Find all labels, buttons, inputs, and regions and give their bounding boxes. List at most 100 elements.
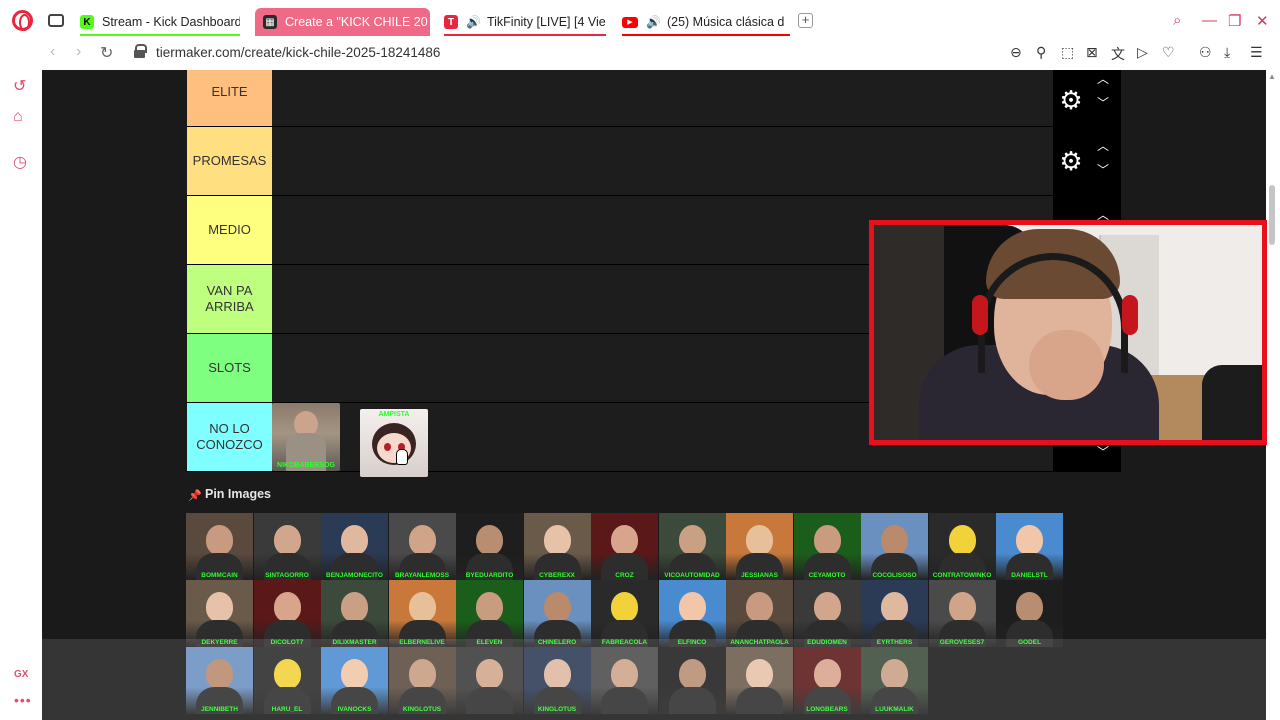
tier-label[interactable]: MEDIO <box>187 196 272 264</box>
tier-item-image[interactable]: NIKOBABERSOG <box>272 403 340 471</box>
tier-label[interactable]: VAN PA ARRIBA <box>187 265 272 333</box>
face-shape <box>476 525 503 555</box>
pool-image[interactable]: CROZ <box>591 513 658 580</box>
pushpin-icon: 📌 <box>188 490 202 502</box>
translate-icon[interactable]: 文 <box>1111 44 1125 64</box>
reload-icon[interactable]: ↻ <box>100 43 113 63</box>
pool-image[interactable]: ANANCHATPAOLA <box>726 580 793 647</box>
opera-logo-icon[interactable] <box>12 10 33 31</box>
pool-image[interactable]: DICOLOT7 <box>253 580 321 647</box>
pool-image[interactable]: GEROVESES7 <box>928 580 996 647</box>
pool-caption: EDUDIOMEN <box>807 639 847 646</box>
pool-image[interactable]: CYBEREXX <box>523 513 591 580</box>
pool-image[interactable]: VICOAUTOMIDAD <box>658 513 726 580</box>
tab-kick-dashboard[interactable]: K Stream - Kick Dashboard <box>80 8 240 36</box>
pool-image[interactable]: COCOLISOSO <box>861 513 928 580</box>
tier-drop-zone[interactable] <box>272 127 1053 195</box>
pool-image[interactable] <box>658 647 726 714</box>
pool-image[interactable]: CHINELERO <box>523 580 591 647</box>
zoom-out-icon[interactable]: ⊖ <box>1010 44 1022 61</box>
pool-image[interactable]: HARU_EL <box>253 647 321 714</box>
tiermaker-icon: ▦ <box>263 15 277 29</box>
scroll-up-icon[interactable]: ▲ <box>1268 72 1276 81</box>
pool-image[interactable]: BYEDUARDITO <box>456 513 523 580</box>
pool-image[interactable]: DILIXMASTER <box>321 580 388 647</box>
clock-icon[interactable]: ◷ <box>13 152 27 172</box>
pin-icon[interactable]: ⚲ <box>1036 44 1046 61</box>
scrollbar-thumb[interactable] <box>1269 185 1275 245</box>
wallet-icon[interactable]: ⚇ <box>1199 44 1212 61</box>
pool-image[interactable]: CEYAMOTO <box>793 513 861 580</box>
pool-image[interactable]: ELEVEN <box>456 580 523 647</box>
pool-image[interactable]: ELBERNELIVE <box>388 580 456 647</box>
pool-image[interactable]: KINGLOTUS <box>388 647 456 714</box>
pool-image[interactable]: JESSIANAS <box>726 513 793 580</box>
pool-image[interactable]: JENNIBETH <box>186 647 253 714</box>
cleaner-icon[interactable]: ⌂ <box>13 108 23 126</box>
pool-image[interactable]: EYRTHERS <box>861 580 928 647</box>
face-shape <box>611 525 638 555</box>
pool-image[interactable] <box>591 647 658 714</box>
tier-label[interactable]: PROMESAS <box>187 127 272 195</box>
pool-image[interactable]: LUUKMALIK <box>861 647 928 714</box>
back-icon[interactable]: ‹ <box>50 43 55 61</box>
pool-image[interactable] <box>726 647 793 714</box>
new-tab-button[interactable]: + <box>798 13 813 28</box>
workspaces-icon[interactable] <box>48 14 64 27</box>
page-scrollbar[interactable]: ▲ <box>1266 70 1280 720</box>
download-icon[interactable]: ⤓ <box>1224 44 1230 61</box>
pool-image[interactable]: BENJAMONECITO <box>321 513 388 580</box>
chevron-down-icon[interactable]: ﹀ <box>1097 94 1109 111</box>
heart-icon[interactable]: ♡ <box>1162 44 1175 61</box>
hand-cursor-icon <box>396 449 408 465</box>
pool-image[interactable]: DANIELSTL <box>996 513 1063 580</box>
pool-image[interactable]: DEKYERRE <box>186 580 253 647</box>
pool-image[interactable]: LONGBEARS <box>793 647 861 714</box>
url-field[interactable]: tiermaker.com/create/kick-chile-2025-182… <box>156 45 440 60</box>
close-icon[interactable]: ✕ <box>1256 12 1269 30</box>
tab-youtube[interactable]: ▶ 🔊 (25) Música clásica d <box>622 8 790 36</box>
tier-item-image[interactable]: AMPISTA <box>360 409 428 477</box>
gear-icon[interactable]: ⚙ <box>1059 148 1083 174</box>
gx-icon[interactable]: GX <box>14 669 28 680</box>
pool-image[interactable] <box>456 647 523 714</box>
face-shape <box>881 525 908 555</box>
pin-images-toggle[interactable]: 📌 Pin Images <box>188 487 271 502</box>
more-icon[interactable]: ••• <box>14 692 32 708</box>
tier-drop-zone[interactable] <box>272 70 1053 126</box>
minimize-icon[interactable]: — <box>1202 12 1217 29</box>
pool-image[interactable]: IVANOCKS <box>321 647 388 714</box>
pool-image[interactable]: SINTAGORRO <box>253 513 321 580</box>
item-caption: NIKOBABERSOG <box>277 462 335 469</box>
search-tabs-icon[interactable]: ⌕ <box>1173 12 1181 29</box>
tier-label[interactable]: ELITE <box>187 70 272 126</box>
tier-label[interactable]: NO LO CONOZCO <box>187 403 272 471</box>
pool-image[interactable]: BRAYANLEMOSS <box>388 513 456 580</box>
snapshot-icon[interactable]: ⬚ <box>1061 44 1074 61</box>
pool-image[interactable]: ELFINCO <box>658 580 726 647</box>
pool-image[interactable]: BOMMCAIN <box>186 513 253 580</box>
adblock-icon[interactable]: ⊠ <box>1086 44 1098 61</box>
gear-icon[interactable]: ⚙ <box>1059 87 1083 113</box>
pool-image[interactable]: FABREACOLA <box>591 580 658 647</box>
chevron-down-icon[interactable]: ﹀ <box>1097 443 1109 460</box>
chevron-down-icon[interactable]: ﹀ <box>1097 161 1109 178</box>
pool-caption: JESSIANAS <box>741 572 778 579</box>
chevron-up-icon[interactable]: ︿ <box>1097 137 1109 154</box>
tab-tikfinity[interactable]: T 🔊 TikFinity [LIVE] [4 Vie <box>444 8 606 36</box>
history-icon[interactable]: ↺ <box>13 76 26 96</box>
pool-image[interactable]: KINGLOTUS <box>523 647 591 714</box>
send-icon[interactable]: ▷ <box>1137 44 1148 61</box>
forward-icon[interactable]: › <box>76 43 81 61</box>
tier-label[interactable]: SLOTS <box>187 334 272 402</box>
face-shape <box>206 525 233 555</box>
restore-icon[interactable]: ❐ <box>1228 12 1241 30</box>
pool-image[interactable]: CONTRATOWINKO <box>928 513 996 580</box>
body-shape <box>466 687 513 714</box>
pool-image[interactable]: GODEL <box>996 580 1063 647</box>
pool-image[interactable]: EDUDIOMEN <box>793 580 861 647</box>
lock-icon[interactable] <box>134 44 147 58</box>
tab-tiermaker[interactable]: ▦ Create a "KICK CHILE 20 <box>255 8 430 36</box>
chevron-up-icon[interactable]: ︿ <box>1097 70 1109 87</box>
menu-icon[interactable]: ☰ <box>1250 44 1263 61</box>
